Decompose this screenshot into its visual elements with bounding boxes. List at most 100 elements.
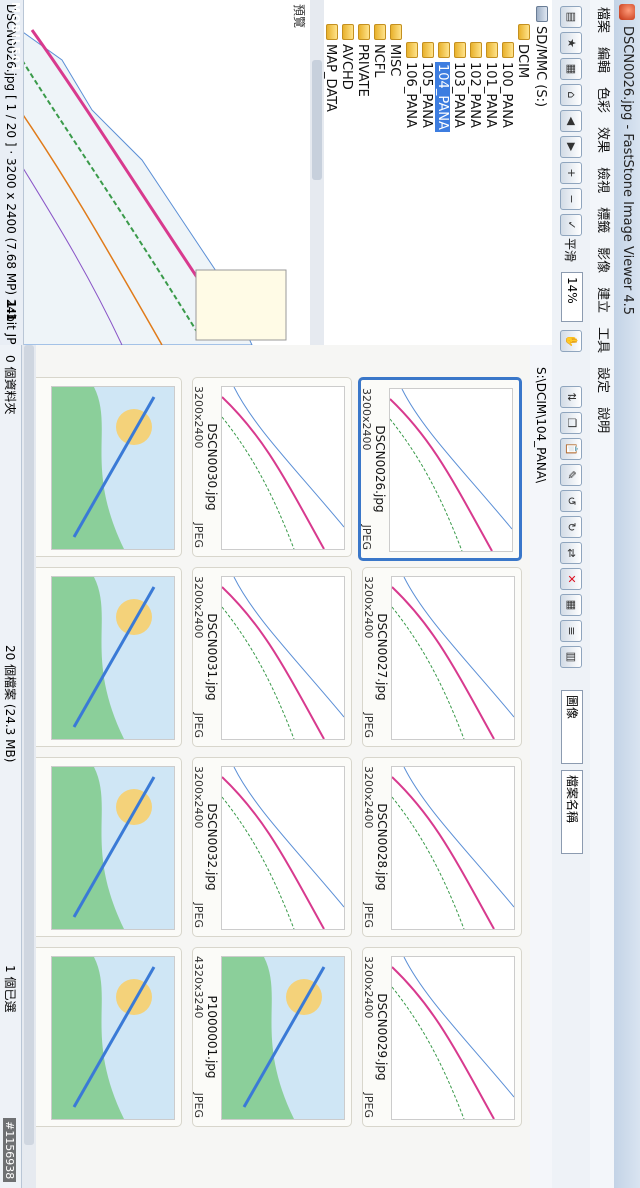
thumbnail-image: [391, 576, 515, 740]
thumbnail-filename: DSCN0030.jpg: [205, 423, 219, 511]
delete-icon[interactable]: ✕: [560, 568, 582, 590]
zoom-ratio[interactable]: 1:1: [0, 300, 23, 322]
menu-item[interactable]: 檢視: [590, 160, 614, 200]
thumbnail-filename: DSCN0032.jpg: [205, 803, 219, 891]
menu-item[interactable]: 工具: [590, 320, 614, 360]
browser-scroll-thumb[interactable]: [24, 345, 34, 1145]
hand-icon[interactable]: ✋: [560, 330, 582, 352]
rotate-left-icon[interactable]: ↺: [560, 490, 582, 512]
star-icon[interactable]: ★: [560, 32, 582, 54]
thumbnail-dimensions: 4320x3240: [192, 956, 205, 1019]
thumbnail-card[interactable]: DSCN0030.jpg 3200x2400 JPEG: [192, 377, 352, 557]
home-icon[interactable]: ⌂: [560, 84, 582, 106]
thumbnail-filename: DSCN0028.jpg: [375, 803, 389, 891]
menu-item[interactable]: 影像: [590, 240, 614, 280]
thumbnail-format: JPEG: [360, 524, 373, 550]
tree-folder[interactable]: 104_PANA: [434, 42, 450, 132]
tree-folder[interactable]: 106_PANA: [402, 42, 418, 128]
thumbnail-card[interactable]: [22, 947, 182, 1127]
tree-folder[interactable]: NCFL: [370, 24, 386, 78]
forward-icon[interactable]: ▶: [560, 136, 582, 158]
thumbnail-card[interactable]: P1000001.jpg 4320x3240 JPEG: [192, 947, 352, 1127]
screenshot-stage: DSCN0026.jpg - FastStone Image Viewer 4.…: [0, 0, 640, 1188]
thumbnail-card[interactable]: DSCN0031.jpg 3200x2400 JPEG: [192, 567, 352, 747]
thumbnail-card[interactable]: DSCN0027.jpg 3200x2400 JPEG: [362, 567, 522, 747]
copy-icon[interactable]: ❐: [560, 412, 582, 434]
folder-icon[interactable]: ▦: [560, 58, 582, 80]
tree-folder[interactable]: MISC: [386, 24, 402, 76]
view-select[interactable]: 圖像: [561, 690, 583, 764]
flip-icon[interactable]: ⇄: [560, 542, 582, 564]
site-logo: MOBILE01: [9, 2, 22, 73]
tree-folder[interactable]: DCIM: [514, 24, 530, 78]
menu-item[interactable]: 說明: [590, 400, 614, 440]
browser-scrollbar[interactable]: [22, 345, 36, 1188]
tree-folder[interactable]: AVCHD: [338, 24, 354, 90]
thumbnail-format: JPEG: [192, 1092, 205, 1118]
rotate-right-icon[interactable]: ↻: [560, 516, 582, 538]
tree-folder[interactable]: 103_PANA: [450, 42, 466, 128]
folder-icon: [486, 42, 498, 58]
menu-item[interactable]: 設定: [590, 360, 614, 400]
zoom-in-icon[interactable]: +: [560, 162, 582, 184]
sort-field-select[interactable]: 檔案名稱: [561, 770, 583, 854]
thumbnail-format: JPEG: [362, 902, 375, 928]
thumbnail-image: [391, 956, 515, 1120]
menu-item[interactable]: 效果: [590, 120, 614, 160]
tree-folder[interactable]: PRIVATE: [354, 24, 370, 97]
folder-icon: [438, 42, 450, 58]
tree-folder-label: NCFL: [371, 44, 386, 78]
status-bar: 0 個資料夾 20 個檔案 (24.3 MB) 1 個已選: [0, 345, 22, 1188]
tree-folder[interactable]: 101_PANA: [482, 42, 498, 128]
paste-icon[interactable]: 📋: [560, 438, 582, 460]
tree-folder[interactable]: 100_PANA: [498, 42, 514, 128]
tree-root[interactable]: SD/MMC (S:): [532, 6, 548, 107]
tree-folder-label: 102_PANA: [467, 62, 482, 128]
rotated-app-window: DSCN0026.jpg - FastStone Image Viewer 4.…: [0, 0, 640, 1188]
thumbnail-filename: DSCN0029.jpg: [375, 993, 389, 1081]
folder-icon: [374, 24, 386, 40]
menu-item[interactable]: 建立: [590, 280, 614, 320]
tree-folder[interactable]: 105_PANA: [418, 42, 434, 128]
thumbnail-format: JPEG: [192, 902, 205, 928]
zoom-out-icon[interactable]: −: [560, 188, 582, 210]
folder-icon: [454, 42, 466, 58]
open-icon[interactable]: ▤: [560, 6, 582, 28]
thumbnail-filename: P1000001.jpg: [205, 995, 219, 1079]
tree-folder-label: 103_PANA: [451, 62, 466, 128]
tree-folder[interactable]: MAP_DATA: [322, 24, 338, 112]
thumbnail-dimensions: 3200x2400: [362, 576, 375, 639]
thumbnail-card[interactable]: DSCN0028.jpg 3200x2400 JPEG: [362, 757, 522, 937]
drive-icon: [536, 6, 548, 22]
folder-icon: [502, 42, 514, 58]
thumbnail-dimensions: 3200x2400: [192, 576, 205, 639]
status-files: 20 個檔案 (24.3 MB): [3, 645, 17, 763]
list-icon[interactable]: ≡: [560, 620, 582, 642]
zoom-select[interactable]: 14%: [561, 272, 583, 322]
thumbnail-card[interactable]: [22, 567, 182, 747]
thumbnail-filename: DSCN0031.jpg: [205, 613, 219, 701]
tree-folder-label: 100_PANA: [499, 62, 514, 128]
thumbnail-card[interactable]: DSCN0029.jpg 3200x2400 JPEG: [362, 947, 522, 1127]
thumbnail-image: [389, 388, 513, 552]
grid-icon[interactable]: ▦: [560, 594, 582, 616]
menu-item[interactable]: 檔案: [590, 0, 614, 40]
tree-scroll-thumb[interactable]: [312, 60, 322, 180]
thumbnail-card[interactable]: [22, 757, 182, 937]
thumbnail-image: [51, 386, 175, 550]
tree-folder[interactable]: 102_PANA: [466, 42, 482, 128]
filmstrip-icon[interactable]: ▥: [560, 646, 582, 668]
menu-item[interactable]: 編輯: [590, 40, 614, 80]
edit-icon[interactable]: ✎: [560, 464, 582, 486]
thumbnail-card[interactable]: [22, 377, 182, 557]
folder-icon: [406, 42, 418, 58]
back-icon[interactable]: ◀: [560, 110, 582, 132]
menu-item[interactable]: 標籤: [590, 200, 614, 240]
preview-map: [6, 0, 292, 345]
smooth-check-icon[interactable]: ✓: [560, 214, 582, 236]
thumbnail-card[interactable]: DSCN0026.jpg 3200x2400 JPEG: [358, 377, 522, 561]
thumbnail-dimensions: 3200x2400: [362, 956, 375, 1019]
thumbnail-card[interactable]: DSCN0032.jpg 3200x2400 JPEG: [192, 757, 352, 937]
sort-icon[interactable]: ⇅: [560, 386, 582, 408]
menu-item[interactable]: 色彩: [590, 80, 614, 120]
